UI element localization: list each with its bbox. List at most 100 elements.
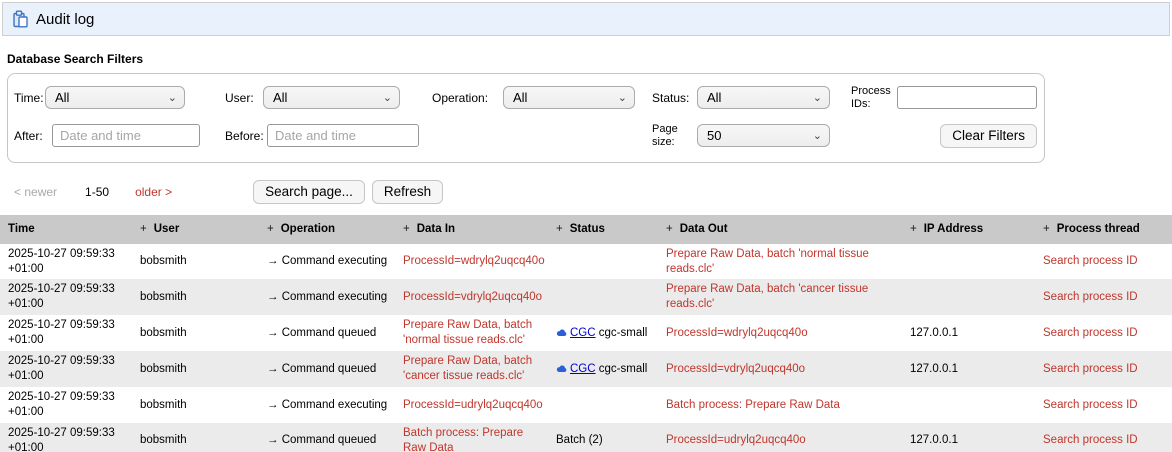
status-filter-value: All [707,90,722,106]
search-page-button[interactable]: Search page... [253,179,365,204]
cell-ip-address: 127.0.0.1 [910,434,958,447]
cell-data-out[interactable]: Prepare Raw Data, batch 'normal tissue r… [658,244,902,280]
cell-data-in[interactable]: Prepare Raw Data, batch 'cancer tissue r… [395,351,548,387]
cell-data-out[interactable]: ProcessId=wdrylq2uqcq40o [658,323,902,344]
process-ids-input[interactable] [897,86,1037,110]
table-row: 2025-10-27 09:59:33 +01:00 bobsmith → Comm… [0,315,1172,351]
cell-data-in[interactable]: Batch process: Prepare Raw Data [395,423,548,452]
time-filter-select[interactable]: All ⌄ [45,86,185,110]
column-resize-handle[interactable]: + [267,223,274,235]
column-header-data-in[interactable]: + Data In [395,220,548,238]
column-header-ip-address[interactable]: + IP Address [902,220,1035,238]
search-process-id-link[interactable]: Search process ID [1043,363,1138,375]
table-row: 2025-10-27 09:59:33 +01:00 bobsmith → Comm… [0,244,1172,280]
chevron-down-icon: ⌄ [812,130,822,143]
column-resize-handle[interactable]: + [910,223,917,235]
column-header-label: Data In [416,223,456,236]
cell-data-in[interactable]: Prepare Raw Data, batch 'normal tissue r… [395,315,548,351]
refresh-button[interactable]: Refresh [371,179,444,204]
page-range: 1-50 [85,184,110,199]
cell-operation: → Command queued [267,326,377,339]
cell-status: CGC cgc-small [548,323,658,344]
cell-process-thread: Search process ID [1035,251,1164,272]
column-header-label: Data Out [679,223,728,236]
cell-operation: → Command executing [267,290,388,303]
cell-user: bobsmith [140,398,187,411]
column-header-label: IP Address [923,223,984,236]
page-size-value: 50 [707,128,722,144]
cell-data-out[interactable]: Prepare Raw Data, batch 'cancer tissue r… [658,279,902,315]
clear-filters-button[interactable]: Clear Filters [940,123,1037,148]
operation-filter-select[interactable]: All ⌄ [503,86,635,110]
cloud-icon [556,363,570,375]
cgc-link[interactable]: CGC [570,363,596,375]
column-header-data-out[interactable]: + Data Out [658,220,902,238]
cell-data-in[interactable]: ProcessId=udrylq2uqcq40o [395,395,548,416]
cell-data-out[interactable]: Batch process: Prepare Raw Data [658,395,902,416]
table-row: 2025-10-27 09:59:33 +01:00 bobsmith → Comm… [0,387,1172,423]
older-link[interactable]: older > [135,185,172,199]
cell-status [548,294,658,300]
cell-user: bobsmith [140,326,187,339]
cell-ip-address [902,294,1035,300]
column-header-operation[interactable]: + Operation [259,220,395,238]
cell-ip-address [902,402,1035,408]
column-header-time[interactable]: Time [0,220,132,238]
column-resize-handle-end[interactable]: + [1164,220,1172,238]
search-process-id-link[interactable]: Search process ID [1043,327,1138,339]
cell-operation: → Command executing [267,398,388,411]
cell-time: 2025-10-27 09:59:33 +01:00 [8,283,115,311]
user-filter-select[interactable]: All ⌄ [263,86,400,110]
column-resize-handle[interactable]: + [140,223,147,235]
filters-panel: Time: All ⌄ User: All ⌄ Operation: All ⌄… [7,73,1045,163]
column-resize-handle[interactable]: + [403,223,410,235]
before-date-input[interactable] [267,124,419,148]
chevron-down-icon: ⌄ [812,92,822,105]
column-resize-handle[interactable]: + [1043,223,1050,235]
cgc-link[interactable]: CGC [570,327,596,339]
cell-data-in[interactable]: ProcessId=vdrylq2uqcq40o [395,287,548,308]
operation-filter-label: Operation: [432,90,489,105]
status-filter-select[interactable]: All ⌄ [697,86,830,110]
column-header-status[interactable]: + Status [548,220,658,238]
search-process-id-link[interactable]: Search process ID [1043,291,1138,303]
cell-operation: → Command queued [267,434,377,447]
after-date-input[interactable] [52,124,200,148]
cell-status: Batch (2) [556,434,603,447]
user-filter-value: All [273,90,288,106]
page-size-select[interactable]: 50 ⌄ [697,124,830,148]
cell-user: bobsmith [140,255,187,268]
status-text: cgc-small [598,326,648,339]
filters-section-title: Database Search Filters [7,52,144,66]
titlebar: Audit log [2,2,1170,36]
cell-status [548,402,658,408]
column-header-label: Process thread [1056,223,1140,236]
cell-ip-address: 127.0.0.1 [910,326,958,339]
search-process-id-link[interactable]: Search process ID [1043,255,1138,267]
cell-data-out[interactable]: ProcessId=udrylq2uqcq40o [658,430,902,451]
column-resize-handle[interactable]: + [666,223,673,235]
time-filter-value: All [55,90,70,106]
table-row: 2025-10-27 09:59:33 +01:00 bobsmith → Comm… [0,279,1172,316]
search-process-id-link[interactable]: Search process ID [1043,399,1138,411]
cell-data-in[interactable]: ProcessId=wdrylq2uqcq40o [395,251,548,272]
cell-time: 2025-10-27 09:59:33 +01:00 [8,426,115,452]
cell-ip-address [902,259,1035,265]
cell-process-thread: Search process ID [1035,359,1164,380]
clipboard-icon [12,10,29,28]
user-filter-label: User: [225,90,254,105]
table-row: 2025-10-27 09:59:33 +01:00 bobsmith → Comm… [0,351,1172,388]
column-header-process-thread[interactable]: + Process thread [1035,220,1164,238]
cell-time: 2025-10-27 09:59:33 +01:00 [8,247,115,275]
cell-ip-address: 127.0.0.1 [910,362,958,375]
cell-operation: → Command executing [267,255,388,268]
column-resize-handle[interactable]: + [556,223,563,235]
newer-link[interactable]: < newer [14,185,57,199]
column-header-label: Time [8,223,35,236]
cell-status: CGC cgc-small [548,359,658,380]
cell-time: 2025-10-27 09:59:33 +01:00 [8,391,115,418]
column-header-label: Status [569,223,605,236]
column-header-user[interactable]: + User [132,220,259,238]
search-process-id-link[interactable]: Search process ID [1043,434,1138,446]
cell-data-out[interactable]: ProcessId=vdrylq2uqcq40o [658,359,902,380]
